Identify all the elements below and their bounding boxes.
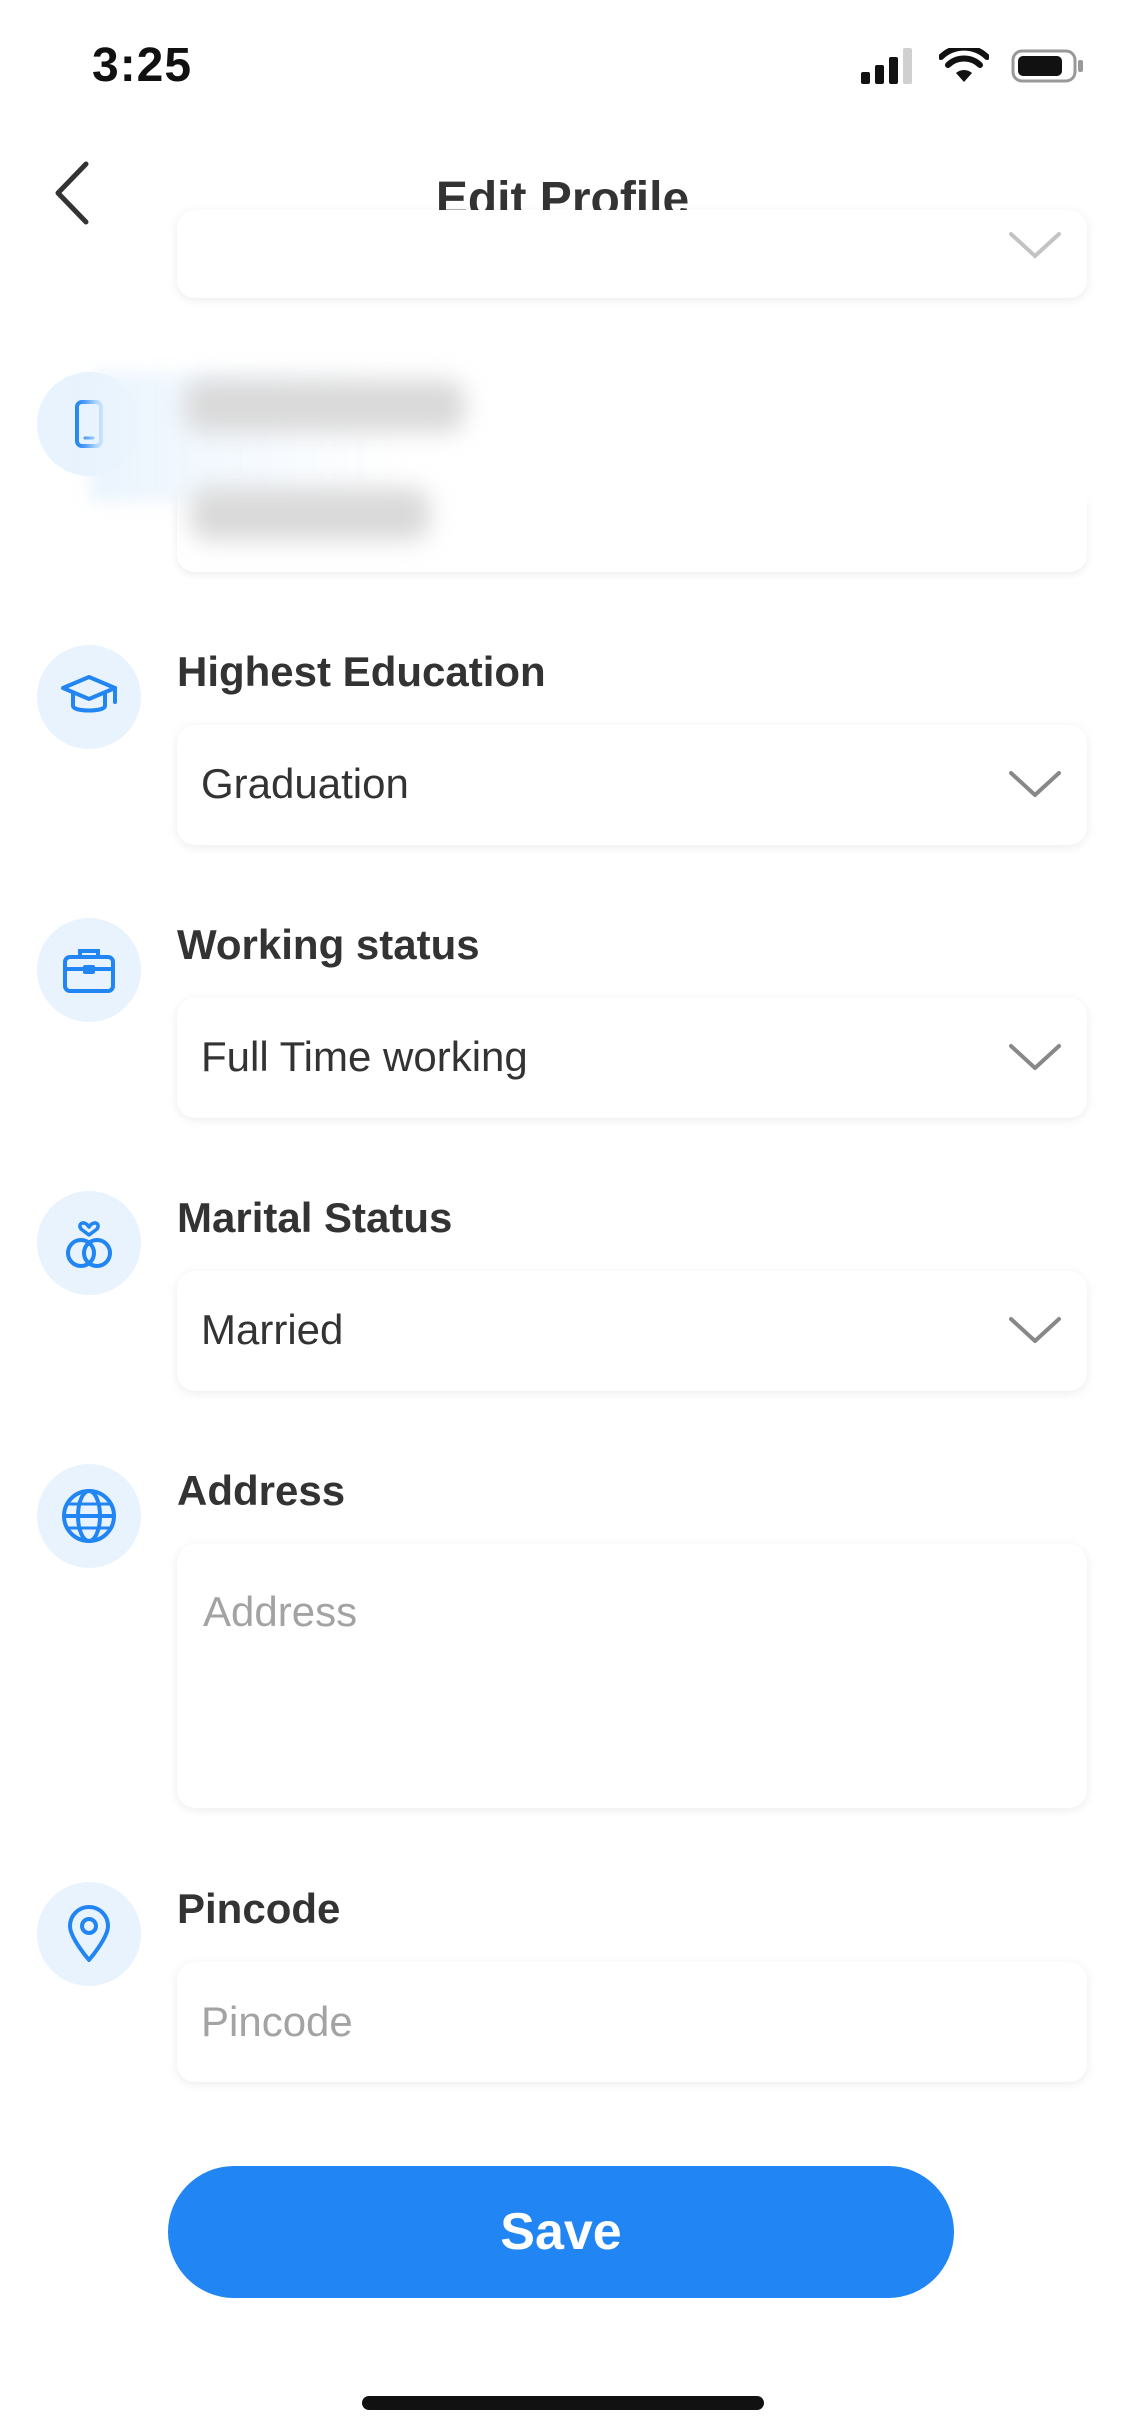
- globe-icon: [62, 1489, 116, 1543]
- status-time: 3:25: [92, 39, 193, 92]
- pincode-placeholder: Pincode: [201, 1998, 353, 2045]
- address-placeholder: Address: [203, 1588, 358, 1635]
- working-select[interactable]: Full Time working: [177, 998, 1087, 1118]
- signal-icon: [861, 48, 912, 84]
- education-value: Graduation: [201, 760, 409, 807]
- map-pin-icon: [68, 1905, 110, 1962]
- working-label: Working status: [177, 921, 480, 968]
- pincode-icon-circle: [37, 1882, 141, 1986]
- education-select[interactable]: Graduation: [177, 725, 1087, 845]
- chevron-down-icon: [1009, 1317, 1061, 1343]
- blurred-value: [190, 488, 430, 540]
- working-value: Full Time working: [201, 1033, 528, 1080]
- marital-label: Marital Status: [177, 1194, 453, 1241]
- chevron-down-icon: [1009, 771, 1061, 797]
- marital-icon-circle: [37, 1191, 141, 1295]
- chevron-down-icon: [1009, 1044, 1061, 1070]
- address-label: Address: [177, 1467, 346, 1514]
- marital-select[interactable]: Married: [177, 1271, 1087, 1391]
- status-icons: [861, 48, 1085, 84]
- education-label: Highest Education: [177, 648, 546, 695]
- previous-field-card[interactable]: [177, 210, 1087, 298]
- address-textarea[interactable]: Address: [177, 1544, 1087, 1808]
- marital-value: Married: [201, 1306, 344, 1353]
- wifi-icon: [939, 48, 989, 82]
- working-icon-circle: [37, 918, 141, 1022]
- pincode-label: Pincode: [177, 1885, 341, 1932]
- save-button[interactable]: Save: [168, 2166, 954, 2298]
- education-icon-circle: [37, 645, 141, 749]
- briefcase-icon: [63, 949, 115, 993]
- battery-icon: [1011, 49, 1083, 83]
- address-icon-circle: [37, 1464, 141, 1568]
- blurred-label: [185, 380, 465, 432]
- pincode-input[interactable]: Pincode: [177, 1962, 1087, 2082]
- home-indicator: [362, 2396, 764, 2410]
- rings-icon: [66, 1221, 112, 1268]
- graduation-cap-icon: [61, 675, 117, 713]
- chevron-down-icon: [1009, 232, 1061, 259]
